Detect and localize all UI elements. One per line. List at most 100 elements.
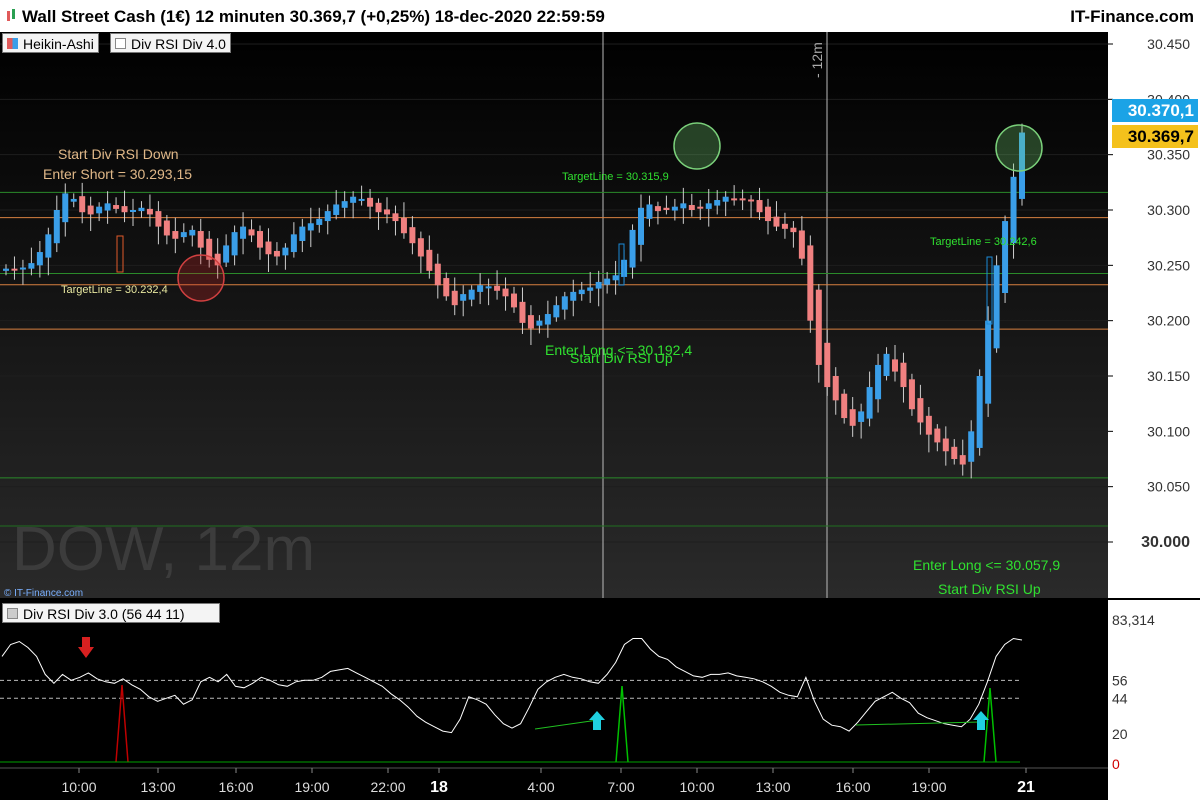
candle-up <box>629 229 636 268</box>
candle-down <box>959 455 966 465</box>
candle-down <box>375 202 382 213</box>
price-tick-label: 30.000 <box>1141 534 1190 551</box>
candle-down <box>121 206 128 213</box>
candle-up <box>1002 221 1009 293</box>
price-chart: DOW, 12m © IT-Finance.com - 12m Start Di… <box>0 32 1200 598</box>
candle-down <box>824 342 831 388</box>
candle-down <box>807 245 814 321</box>
candle-down <box>146 208 153 215</box>
candle-up <box>561 296 568 310</box>
candle-down <box>511 293 517 308</box>
indicator-button[interactable]: Div RSI Div 4.0 <box>110 33 231 53</box>
candle-down <box>892 359 898 372</box>
candle-up <box>231 232 238 256</box>
candle-up <box>240 226 247 239</box>
candle-down <box>731 198 738 201</box>
candle-up <box>714 200 721 206</box>
candle-up <box>53 210 60 244</box>
candle-up <box>544 314 551 325</box>
candle-down <box>443 278 450 297</box>
candle-up <box>460 294 467 301</box>
target-circle-green <box>673 122 721 170</box>
candle-down <box>502 288 509 297</box>
rsi-indicator-button[interactable]: Div RSI Div 3.0 (56 44 11) <box>2 603 220 623</box>
candle-up <box>553 305 560 318</box>
candle-down <box>908 379 915 410</box>
indicator-label: Div RSI Div 4.0 <box>131 36 226 52</box>
candle-up <box>223 245 230 263</box>
heikin-ashi-label: Heikin-Ashi <box>23 36 94 52</box>
candle-down <box>367 197 374 207</box>
candle-up <box>477 285 484 292</box>
price-tick-label: 30.450 <box>1147 36 1190 52</box>
candle-down <box>798 230 805 259</box>
candle-up <box>646 204 653 219</box>
price-tick-label: 30.150 <box>1147 368 1190 384</box>
candle-up <box>282 247 289 256</box>
price-tick-label: 30.300 <box>1147 202 1190 218</box>
candle-up <box>968 431 975 462</box>
candle-down <box>832 376 839 401</box>
candle-up <box>680 203 687 209</box>
price-tick-label: 30.100 <box>1147 423 1190 439</box>
x-tick-label: 19:00 <box>911 779 946 795</box>
candle-down <box>248 229 255 236</box>
price-tick-label: 30.350 <box>1147 147 1190 163</box>
candle-down <box>79 196 86 213</box>
candle-up <box>858 411 865 422</box>
candle-up <box>638 207 644 245</box>
candle-up <box>985 320 992 404</box>
annotation-target-line-1: TargetLine = 30.232,4 <box>61 284 168 296</box>
candle-down <box>841 393 848 419</box>
candle-up <box>180 232 187 238</box>
candle-up <box>468 289 475 300</box>
candle-up <box>570 291 577 301</box>
x-tick-label: 16:00 <box>218 779 253 795</box>
x-tick-label: 13:00 <box>140 779 175 795</box>
candle-up <box>485 286 492 289</box>
x-tick-label: 10:00 <box>61 779 96 795</box>
candle-down <box>917 398 924 423</box>
annotation-start-div-down: Start Div RSI Down <box>58 146 179 162</box>
rsi-plot-background <box>0 600 1108 800</box>
annotation-enter-long-2: Enter Long <= 30.057,9 <box>913 557 1060 573</box>
candle-down <box>527 315 534 329</box>
candle-down <box>934 428 941 443</box>
candle-up <box>536 320 543 326</box>
candle-up <box>45 234 52 258</box>
candle-up <box>612 275 619 281</box>
x-tick-label: 19:00 <box>294 779 329 795</box>
rsi-swatch-icon <box>7 608 18 619</box>
price-tag-blue: 30.370,1 <box>1112 99 1198 122</box>
candle-up <box>138 207 145 212</box>
annotation-enter-short: Enter Short = 30.293,15 <box>43 166 192 182</box>
candle-up <box>1010 176 1017 244</box>
candle-down <box>384 209 390 215</box>
candle-down <box>451 290 458 306</box>
candle-up <box>358 198 365 201</box>
candle-down <box>756 200 763 213</box>
candle-down <box>790 227 797 233</box>
candle-up <box>3 268 9 271</box>
heikin-ashi-button[interactable]: Heikin-Ashi <box>2 33 99 53</box>
price-tick-label: 30.200 <box>1147 313 1190 329</box>
candle-up <box>993 265 1000 349</box>
candle-down <box>434 263 441 286</box>
candle-down <box>87 205 94 215</box>
candle-up <box>307 223 314 231</box>
candle-down <box>257 231 263 248</box>
candle-up <box>316 218 323 225</box>
candle-up <box>875 364 882 400</box>
candle-down <box>392 213 399 222</box>
candle-down <box>663 207 670 210</box>
candle-up <box>705 203 712 209</box>
indicator-swatch-icon <box>115 38 126 49</box>
candle-down <box>773 216 780 227</box>
candle-down <box>519 301 526 323</box>
brand-label: IT-Finance.com <box>1070 7 1194 26</box>
rsi-tick-label: 20 <box>1112 726 1128 742</box>
candle-up <box>189 229 196 236</box>
candle-down <box>426 249 433 271</box>
target-circle-red <box>177 254 225 302</box>
candle-down <box>400 217 407 234</box>
